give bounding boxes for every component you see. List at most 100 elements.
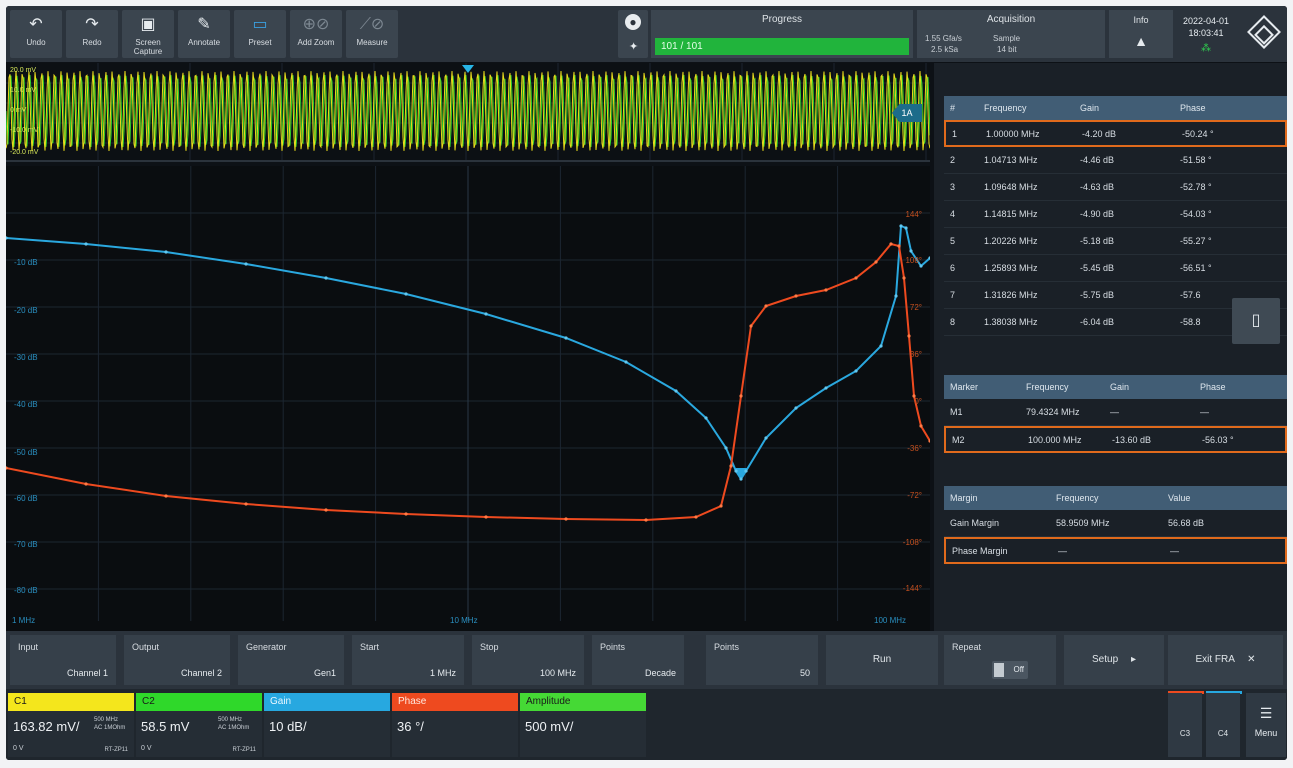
- gain-sample-point: [724, 446, 728, 450]
- points-count-field[interactable]: Points 50: [706, 635, 818, 685]
- table-row[interactable]: 6 1.25893 MHz -5.45 dB -56.51 °: [944, 255, 1287, 282]
- points-mode-select[interactable]: Points Decade: [592, 635, 684, 685]
- table-row[interactable]: 5 1.20226 MHz -5.18 dB -55.27 °: [944, 228, 1287, 255]
- preset-button[interactable]: ▭ Preset: [234, 10, 286, 58]
- phase-sample-point: [564, 517, 568, 521]
- phase-sample-point: [794, 294, 798, 298]
- table-cell: 1.20226 MHz: [984, 236, 1038, 246]
- phase-sample-point: [244, 502, 248, 506]
- phase-sample-point: [749, 324, 753, 328]
- stop-frequency-field[interactable]: Stop 100 MHz: [472, 635, 584, 685]
- info-button[interactable]: Info ▲: [1109, 10, 1173, 58]
- column-header: Margin: [950, 493, 978, 503]
- input-select[interactable]: Input Channel 1: [10, 635, 116, 685]
- column-header: Gain: [1080, 103, 1100, 113]
- table-row[interactable]: 1 1.00000 MHz -4.20 dB -50.24 °: [944, 120, 1287, 147]
- table-cell: 3: [950, 182, 956, 192]
- time-text: 18:03:41: [1188, 28, 1224, 38]
- gain-sample-point: [894, 294, 898, 298]
- run-label: Run: [872, 654, 892, 665]
- generator-select[interactable]: Generator Gen1: [238, 635, 344, 685]
- output-select[interactable]: Output Channel 2: [124, 635, 230, 685]
- channel-c4-button[interactable]: C4: [1206, 693, 1240, 757]
- gain-axis-tick: -10 dB: [14, 258, 38, 267]
- repeat-toggle[interactable]: Off: [992, 661, 1028, 679]
- generator-label: Generator: [246, 642, 287, 652]
- zoom-icon: ⊕⊘: [302, 16, 330, 33]
- annotate-button[interactable]: ✎ Annotate: [178, 10, 230, 58]
- gain-axis-tick: -80 dB: [14, 586, 38, 595]
- gain-sample-point: [764, 436, 768, 440]
- bode-plot-svg: [6, 166, 930, 621]
- signal-gain-value: 10 dB/: [269, 719, 307, 734]
- table-row[interactable]: Gain Margin 58.9509 MHz 56.68 dB: [944, 510, 1287, 537]
- overview-label: 20.0 mV: [10, 67, 37, 74]
- signal-c2[interactable]: C2 58.5 mV 500 MHz AC 1MOhm 0 V RT-ZP11: [136, 693, 262, 757]
- redo-button[interactable]: ↷ Redo: [66, 10, 118, 58]
- phase-axis-tick: 36°: [909, 350, 922, 359]
- signal-c1-coupling: AC 1MOhm: [94, 725, 126, 731]
- phase-sample-point: [902, 276, 906, 280]
- table-row[interactable]: 4 1.14815 MHz -4.90 dB -54.03 °: [944, 201, 1287, 228]
- gain-sample-point: [879, 344, 883, 348]
- gain-sample-point: [824, 386, 828, 390]
- trigger-marker-icon[interactable]: [462, 65, 474, 73]
- table-row[interactable]: M2 100.000 MHz -13.60 dB -56.03 °: [944, 426, 1287, 453]
- table-row[interactable]: M1 79.4324 MHz — —: [944, 399, 1287, 426]
- table-cell: —: [1170, 545, 1179, 556]
- margin-table-header: Margin Frequency Value: [944, 486, 1287, 510]
- table-cell: -55.27 °: [1180, 236, 1212, 246]
- gain-axis-tick: -50 dB: [14, 448, 38, 457]
- table-row[interactable]: 3 1.09648 MHz -4.63 dB -52.78 °: [944, 174, 1287, 201]
- table-cell: -6.04 dB: [1080, 317, 1115, 327]
- screen-capture-label: Screen Capture: [133, 38, 163, 56]
- setup-button[interactable]: Setup ▸: [1064, 635, 1164, 685]
- c4-label: C4: [1217, 729, 1229, 738]
- table-cell: 1.14815 MHz: [984, 209, 1038, 219]
- exit-fra-button[interactable]: Exit FRA ✕: [1168, 635, 1283, 685]
- overview-label: 0 mV: [10, 107, 27, 114]
- column-header: Phase: [1200, 382, 1226, 392]
- redo-icon: ↷: [85, 16, 99, 33]
- start-frequency-field[interactable]: Start 1 MHz: [352, 635, 464, 685]
- gain-sample-point: [564, 336, 568, 340]
- signal-c1[interactable]: C1 163.82 mV/ 500 MHz AC 1MOhm 0 V RT-ZP…: [8, 693, 134, 757]
- screen-capture-button[interactable]: ▣ Screen Capture: [122, 10, 174, 58]
- stop-label: Stop: [480, 642, 499, 652]
- repeat-control[interactable]: Repeat Off: [944, 635, 1056, 685]
- table-row[interactable]: 2 1.04713 MHz -4.46 dB -51.58 °: [944, 147, 1287, 174]
- gain-sample-point: [739, 477, 743, 481]
- table-cell: 100.000 MHz: [1028, 434, 1082, 445]
- acquisition-sample-label: Sample: [993, 34, 1021, 43]
- date-text: 2022-04-01: [1182, 16, 1230, 26]
- signal-phase[interactable]: Phase 36 °/: [392, 693, 518, 757]
- info-label: Info: [1133, 15, 1149, 25]
- measure-button[interactable]: ⟋⊘ Measure: [346, 10, 398, 58]
- menu-button[interactable]: ☰ Menu: [1246, 693, 1286, 757]
- table-cell: 6: [950, 263, 956, 273]
- phase-sample-point: [907, 334, 911, 338]
- signal-c1-value: 163.82 mV/: [13, 719, 80, 734]
- signal-amplitude[interactable]: Amplitude 500 mV/: [520, 693, 646, 757]
- rs-logo: [1247, 15, 1281, 49]
- column-header: Frequency: [1056, 493, 1099, 503]
- phase-sample-point: [854, 276, 858, 280]
- channel-c3-button[interactable]: C3: [1168, 693, 1202, 757]
- add-zoom-button[interactable]: ⊕⊘ Add Zoom: [290, 10, 342, 58]
- gain-sample-point: [484, 312, 488, 316]
- table-row[interactable]: Phase Margin — —: [944, 537, 1287, 564]
- undo-button[interactable]: ↶ Undo: [10, 10, 62, 58]
- signal-gain[interactable]: Gain 10 dB/: [264, 693, 390, 757]
- gain-axis-tick: -40 dB: [14, 400, 38, 409]
- acquisition-panel[interactable]: Acquisition 1.55 Gfa/s 2.5 kSa Sample 14…: [917, 10, 1105, 58]
- table-cell: M1: [950, 407, 963, 417]
- preset-label: Preset: [248, 38, 272, 47]
- bode-plot[interactable]: -10 dB -20 dB -30 dB -40 dB -50 dB -60 d…: [6, 166, 930, 631]
- run-button[interactable]: Run: [826, 635, 938, 685]
- signal-c1-offset: 0 V: [13, 745, 24, 752]
- c3-label: C3: [1179, 729, 1191, 738]
- export-button[interactable]: ▯: [1232, 298, 1280, 344]
- run-single-control[interactable]: ● ✦: [618, 10, 648, 58]
- repeat-value: Off: [1013, 665, 1024, 674]
- repeat-label: Repeat: [952, 642, 982, 652]
